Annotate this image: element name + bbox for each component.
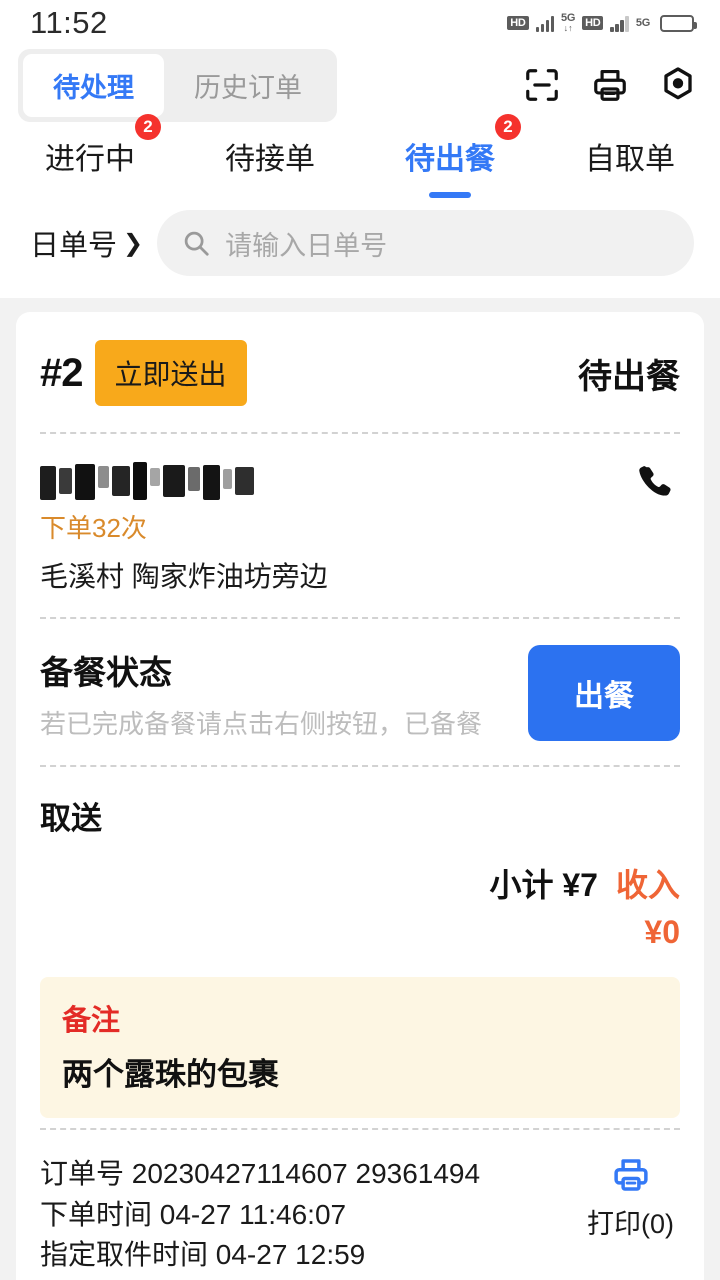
income-label: 收入 xyxy=(615,867,680,903)
order-sequence-number: #2 xyxy=(40,350,83,395)
order-list: #2 立即送出 待出餐 下单32次 毛溪村 陶家炸油坊旁边 备餐状态 若已完成备… xyxy=(0,298,720,1280)
order-card-header: #2 立即送出 待出餐 xyxy=(40,312,680,432)
view-detail-link[interactable]: 查看详情 xyxy=(40,1276,680,1280)
printer-icon-small xyxy=(613,1159,648,1191)
search-icon xyxy=(184,231,209,256)
5g-label-icon: 5G xyxy=(635,16,650,29)
top-action-icons xyxy=(522,65,698,105)
tab-badge: 2 xyxy=(495,114,521,140)
tab-label: 自取单 xyxy=(585,143,675,176)
active-tab-indicator xyxy=(429,192,471,198)
urgent-dispatch-badge[interactable]: 立即送出 xyxy=(94,340,247,406)
signal-bars-icon-2 xyxy=(610,15,629,32)
tab-label: 待接单 xyxy=(225,143,315,176)
order-card: #2 立即送出 待出餐 下单32次 毛溪村 陶家炸油坊旁边 备餐状态 若已完成备… xyxy=(16,312,704,1280)
tab-badge: 2 xyxy=(135,114,161,140)
search-placeholder: 请输入日单号 xyxy=(225,230,388,261)
pickup-time: 指定取件时间 04-27 12:59 xyxy=(40,1239,366,1271)
top-bar: 待处理 历史订单 xyxy=(0,46,720,124)
tab-label: 进行中 xyxy=(45,143,135,176)
scan-icon[interactable] xyxy=(522,65,562,105)
order-remark-box: 备注 两个露珠的包裹 xyxy=(40,977,680,1118)
tab-in-progress[interactable]: 进行中 2 xyxy=(0,114,180,178)
delivery-address: 毛溪村 陶家炸油坊旁边 xyxy=(40,561,328,592)
segment-pending[interactable]: 待处理 xyxy=(23,53,164,117)
tab-label: 待出餐 xyxy=(405,143,495,176)
order-subtotal: 小计 ¥7 xyxy=(489,867,598,903)
status-bar: 11:52 HD 5G ↓↑ HD 5G xyxy=(0,0,720,46)
settings-icon[interactable] xyxy=(658,65,698,105)
order-time: 下单时间 04-27 11:46:07 xyxy=(40,1198,347,1230)
hd-badge-icon-2: HD xyxy=(582,15,604,31)
status-icon-group: HD 5G ↓↑ HD 5G xyxy=(507,12,697,33)
order-items-section: 取送 小计 ¥7 收入 ¥0 xyxy=(40,767,680,957)
order-item-name: 取送 xyxy=(40,801,102,836)
search-input[interactable]: 请输入日单号 xyxy=(157,210,694,276)
order-meta-section: 订单号 20230427114607 29361494 下单时间 04-27 1… xyxy=(40,1130,680,1276)
tab-self-pickup[interactable]: 自取单 xyxy=(540,134,720,178)
phone-call-icon[interactable] xyxy=(632,458,680,506)
customer-section: 下单32次 毛溪村 陶家炸油坊旁边 xyxy=(40,434,680,617)
search-filter-label: 日单号 xyxy=(30,230,118,262)
prep-status-subtitle: 若已完成备餐请点击右侧按钮，已备餐 xyxy=(40,708,483,739)
chevron-right-icon: ❯ xyxy=(123,229,144,257)
segment-history[interactable]: 历史订单 xyxy=(164,54,332,117)
tab-pending-serve[interactable]: 待出餐 2 xyxy=(360,114,540,198)
prep-status-section: 备餐状态 若已完成备餐请点击右侧按钮，已备餐 出餐 xyxy=(40,619,680,765)
segmented-control: 待处理 历史订单 xyxy=(18,48,337,122)
printer-icon[interactable] xyxy=(590,65,630,105)
tab-pending-accept[interactable]: 待接单 xyxy=(180,134,360,178)
app-screen: 11:52 HD 5G ↓↑ HD 5G 待处理 历史订单 进行中 2 待接单 … xyxy=(0,0,720,1280)
search-filter-selector[interactable]: 日单号 ❯ xyxy=(30,222,143,264)
remark-title: 备注 xyxy=(62,1005,121,1037)
prep-status-title: 备餐状态 xyxy=(40,653,172,691)
customer-order-count: 下单32次 xyxy=(40,513,147,543)
income-amount: ¥0 xyxy=(644,914,680,950)
5g-data-arrows-icon: 5G ↓↑ xyxy=(561,12,576,33)
serve-button[interactable]: 出餐 xyxy=(528,645,680,741)
status-clock: 11:52 xyxy=(30,5,108,40)
hd-badge-icon: HD xyxy=(507,15,529,31)
order-status-label: 待出餐 xyxy=(578,357,680,396)
battery-icon xyxy=(660,14,697,32)
order-totals: 小计 ¥7 收入 ¥0 xyxy=(40,860,680,951)
search-row: 日单号 ❯ 请输入日单号 xyxy=(0,210,720,298)
print-action[interactable]: 打印(0) xyxy=(587,1154,680,1241)
order-number: 订单号 20230427114607 29361494 xyxy=(40,1158,481,1189)
print-label: 打印(0) xyxy=(587,1209,674,1239)
remark-body: 两个露珠的包裹 xyxy=(62,1057,279,1092)
signal-bars-icon xyxy=(535,15,555,32)
customer-name-redacted xyxy=(40,458,328,500)
order-status-tabs: 进行中 2 待接单 待出餐 2 自取单 xyxy=(0,114,720,210)
